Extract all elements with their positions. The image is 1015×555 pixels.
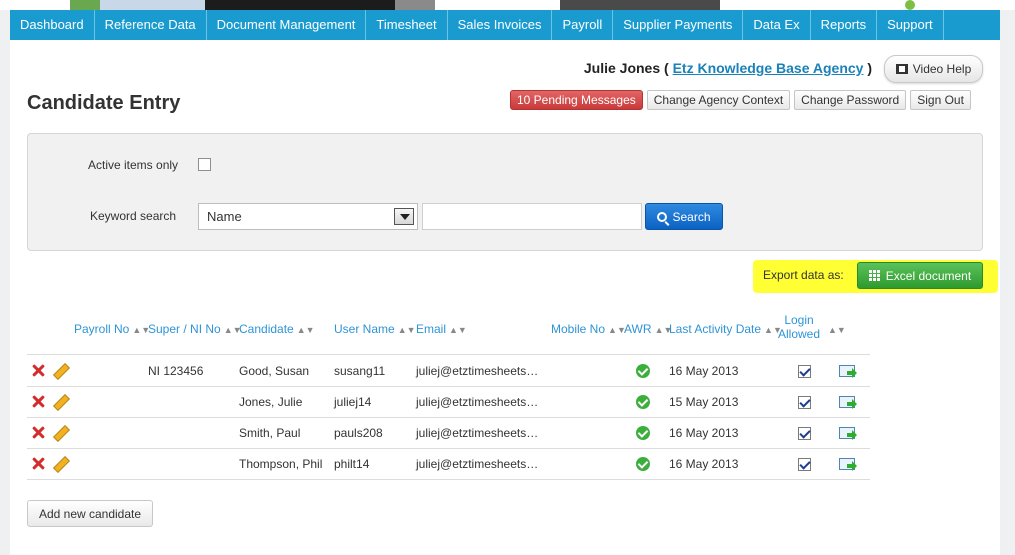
nav-support[interactable]: Support bbox=[877, 10, 944, 40]
th-last-activity-date[interactable]: Last Activity Date ▲▼ bbox=[669, 322, 782, 336]
nav-document-management[interactable]: Document Management bbox=[207, 10, 367, 40]
pencil-icon[interactable] bbox=[52, 425, 68, 441]
cell-email: juliej@etztimesheets… bbox=[416, 364, 539, 378]
table-row: Thompson, Phil philt14 juliej@etztimeshe… bbox=[27, 448, 870, 479]
nav-sales-invoices[interactable]: Sales Invoices bbox=[448, 10, 553, 40]
cell-candidate: Good, Susan bbox=[239, 364, 310, 378]
sort-icon: ▲▼ bbox=[449, 325, 467, 335]
th-email[interactable]: Email ▲▼ bbox=[416, 322, 467, 336]
add-candidate-button[interactable]: Add new candidate bbox=[27, 500, 153, 527]
main-nav: Dashboard Reference Data Document Manage… bbox=[10, 10, 1000, 40]
cell-ni: NI 123456 bbox=[148, 364, 204, 378]
film-icon bbox=[895, 64, 908, 74]
cell-last-activity: 16 May 2013 bbox=[669, 364, 739, 378]
nav-reports[interactable]: Reports bbox=[811, 10, 878, 40]
keyword-input[interactable] bbox=[422, 203, 642, 230]
nav-payroll[interactable]: Payroll bbox=[552, 10, 614, 40]
cell-email: juliej@etztimesheets… bbox=[416, 426, 539, 440]
send-email-icon[interactable] bbox=[839, 427, 855, 439]
cell-email: juliej@etztimesheets… bbox=[416, 457, 539, 471]
awr-check-icon bbox=[636, 395, 650, 409]
pencil-icon[interactable] bbox=[52, 363, 68, 379]
th-payroll-no[interactable]: Payroll No ▲▼ bbox=[74, 322, 150, 336]
nav-data-ex[interactable]: Data Ex bbox=[743, 10, 811, 40]
cell-email: juliej@etztimesheets… bbox=[416, 395, 539, 409]
nav-supplier-payments[interactable]: Supplier Payments bbox=[613, 10, 744, 40]
delete-icon[interactable] bbox=[32, 364, 45, 377]
cell-candidate: Jones, Julie bbox=[239, 395, 303, 409]
send-email-icon[interactable] bbox=[839, 365, 855, 377]
excel-export-button[interactable]: Excel document bbox=[857, 262, 983, 289]
user-info: Julie Jones ( Etz Knowledge Base Agency … bbox=[584, 60, 872, 76]
login-allowed-checkbox[interactable] bbox=[798, 427, 811, 440]
dropdown-arrow-icon[interactable] bbox=[394, 208, 414, 225]
cell-last-activity: 16 May 2013 bbox=[669, 426, 739, 440]
th-login-allowed[interactable]: Login Allowed bbox=[778, 313, 820, 341]
table-row: Smith, Paul pauls208 juliej@etztimesheet… bbox=[27, 417, 870, 448]
search-field-select[interactable]: Name bbox=[198, 203, 418, 230]
account-actions: 10 Pending Messages Change Agency Contex… bbox=[510, 90, 971, 110]
paren-open: ( bbox=[664, 60, 669, 76]
cell-last-activity: 15 May 2013 bbox=[669, 395, 739, 409]
sort-icon: ▲▼ bbox=[397, 325, 416, 335]
cell-last-activity: 16 May 2013 bbox=[669, 457, 739, 471]
cell-username: pauls208 bbox=[334, 426, 383, 440]
send-email-icon[interactable] bbox=[839, 396, 855, 408]
th-awr[interactable]: AWR ▲▼ bbox=[624, 322, 672, 336]
cell-candidate: Thompson, Phil bbox=[239, 457, 323, 471]
excel-export-label: Excel document bbox=[885, 268, 972, 283]
sign-out-button[interactable]: Sign Out bbox=[910, 90, 971, 110]
login-allowed-checkbox[interactable] bbox=[798, 396, 811, 409]
login-allowed-checkbox[interactable] bbox=[798, 365, 811, 378]
change-agency-button[interactable]: Change Agency Context bbox=[646, 90, 791, 110]
keyword-search-label: Keyword search bbox=[90, 209, 177, 223]
export-label: Export data as: bbox=[763, 268, 844, 282]
login-allowed-checkbox[interactable] bbox=[798, 458, 811, 471]
awr-check-icon bbox=[636, 457, 650, 471]
cell-candidate: Smith, Paul bbox=[239, 426, 301, 440]
cell-username: juliej14 bbox=[334, 395, 372, 409]
active-items-label: Active items only bbox=[88, 158, 179, 172]
search-button[interactable]: Search bbox=[645, 203, 723, 230]
sort-icon: ▲▼ bbox=[296, 325, 315, 335]
main-content: Julie Jones ( Etz Knowledge Base Agency … bbox=[10, 40, 1000, 555]
nav-timesheet[interactable]: Timesheet bbox=[366, 10, 448, 40]
send-email-icon[interactable] bbox=[839, 458, 855, 470]
pencil-icon[interactable] bbox=[52, 456, 68, 472]
table-row: Jones, Julie juliej14 juliej@etztimeshee… bbox=[27, 386, 870, 417]
th-mobile-no[interactable]: Mobile No ▲▼ bbox=[551, 322, 626, 336]
search-icon bbox=[657, 211, 668, 222]
awr-check-icon bbox=[636, 364, 650, 378]
delete-icon[interactable] bbox=[32, 426, 45, 439]
video-help-label: Video Help bbox=[912, 62, 972, 76]
cell-username: susang11 bbox=[334, 364, 386, 378]
grid-icon bbox=[868, 270, 880, 281]
delete-icon[interactable] bbox=[32, 395, 45, 408]
cell-username: philt14 bbox=[334, 457, 370, 471]
th-super-ni-no[interactable]: Super / NI No ▲▼ bbox=[148, 322, 242, 336]
active-items-checkbox[interactable] bbox=[198, 158, 211, 171]
th-user-name[interactable]: User Name ▲▼ bbox=[334, 322, 416, 336]
filter-panel: Active items only Keyword search Name Se… bbox=[27, 133, 983, 251]
table-row: NI 123456 Good, Susan susang11 juliej@et… bbox=[27, 355, 870, 386]
nav-dashboard[interactable]: Dashboard bbox=[10, 10, 95, 40]
awr-check-icon bbox=[636, 426, 650, 440]
search-button-label: Search bbox=[672, 209, 711, 224]
pencil-icon[interactable] bbox=[52, 394, 68, 410]
agency-link[interactable]: Etz Knowledge Base Agency bbox=[673, 60, 864, 76]
th-candidate[interactable]: Candidate ▲▼ bbox=[239, 322, 315, 336]
user-name: Julie Jones bbox=[583, 60, 661, 76]
delete-icon[interactable] bbox=[32, 457, 45, 470]
change-password-button[interactable]: Change Password bbox=[794, 90, 907, 110]
video-help-button[interactable]: Video Help bbox=[884, 55, 983, 83]
pending-messages-button[interactable]: 10 Pending Messages bbox=[510, 90, 643, 110]
paren-close: ) bbox=[867, 60, 872, 76]
header-banner-image bbox=[0, 0, 1015, 10]
select-value: Name bbox=[207, 209, 242, 224]
nav-reference-data[interactable]: Reference Data bbox=[95, 10, 207, 40]
sort-icon: ▲▼ bbox=[828, 325, 846, 335]
page-title: Candidate Entry bbox=[27, 92, 181, 114]
